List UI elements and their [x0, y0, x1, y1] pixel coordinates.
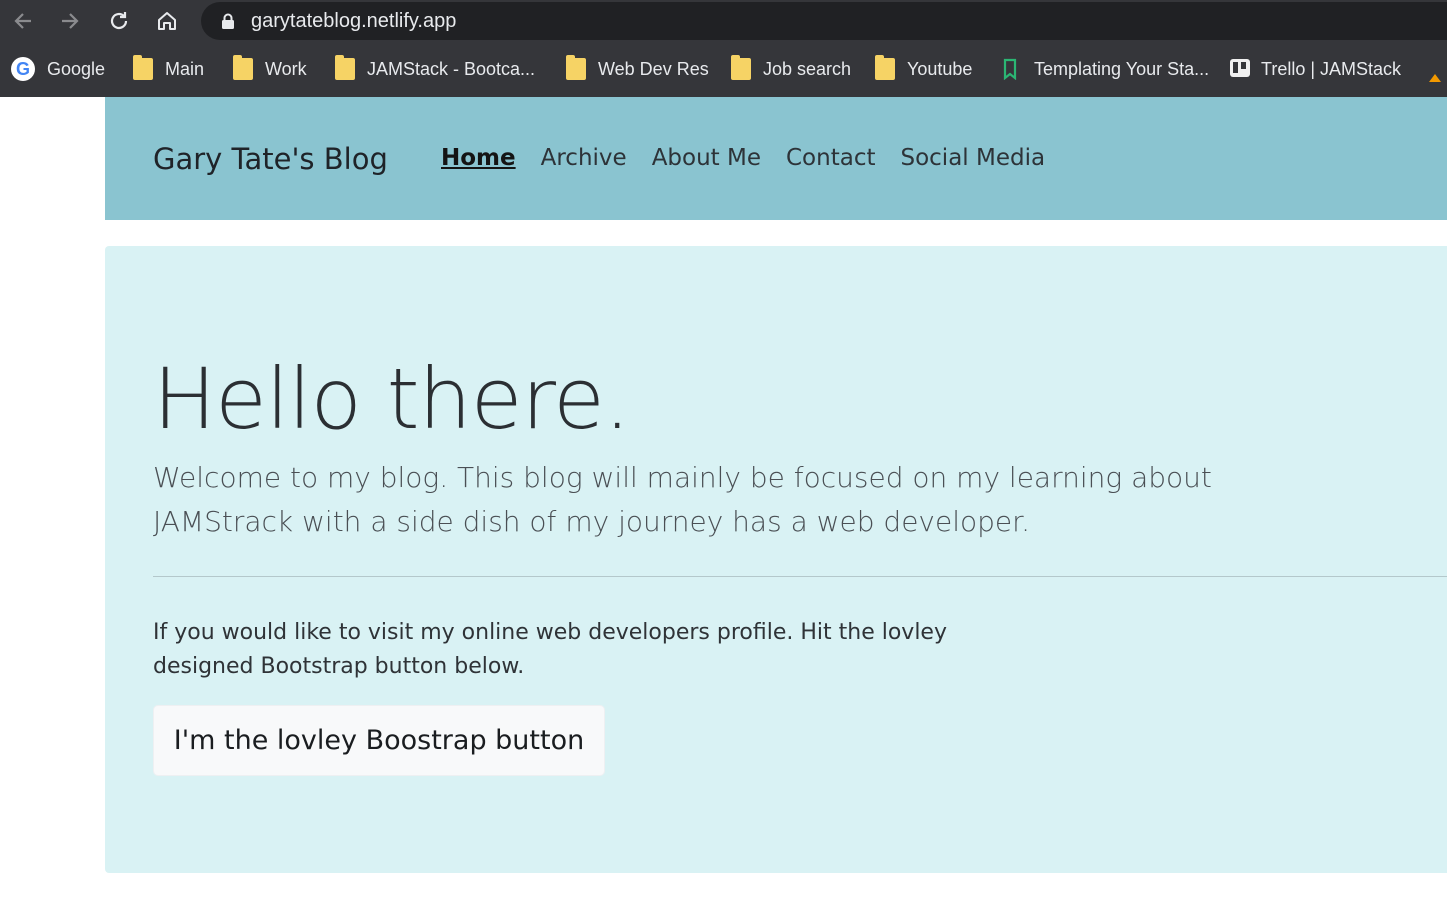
nav-links: Home Archive About Me Contact Social Med… [441, 145, 1070, 171]
bookmark-label: Youtube [907, 58, 973, 79]
bookmark-label: Templating Your Sta... [1034, 58, 1210, 79]
folder-icon [566, 55, 586, 80]
hero-lead: Welcome to my blog. This blog will mainl… [153, 461, 1212, 538]
home-button[interactable] [152, 6, 182, 36]
bookmark-google[interactable]: G Google [11, 56, 105, 82]
bookmark-label: Job search [763, 58, 852, 79]
bookmark-page-icon [1002, 58, 1022, 81]
nav-archive[interactable]: Archive [541, 145, 627, 171]
bookmark-work[interactable]: Work [233, 55, 307, 82]
bookmark-trello[interactable]: Trello | JAMStack [1229, 56, 1401, 82]
folder-icon [233, 55, 253, 80]
hero-divider [153, 576, 1447, 577]
nav-social-media[interactable]: Social Media [900, 145, 1045, 171]
address-bar[interactable]: garytateblog.netlify.app [201, 2, 1447, 40]
hero-jumbotron: Hello there. Welcome to my blog. This bl… [105, 246, 1447, 873]
folder-icon [875, 55, 895, 80]
profile-button[interactable]: I'm the lovley Boostrap button [153, 705, 605, 776]
bookmark-label: JAMStack - Bootca... [367, 58, 536, 79]
bookmark-label: Web Dev Res [598, 58, 709, 79]
home-icon [158, 12, 176, 30]
back-arrow-icon [14, 13, 31, 29]
reload-icon [110, 12, 128, 30]
bookmark-youtube[interactable]: Youtube [875, 55, 973, 82]
site-navbar: Gary Tate's Blog Home Archive About Me C… [105, 97, 1447, 220]
forward-button[interactable] [55, 6, 85, 36]
bookmark-main[interactable]: Main [133, 55, 205, 82]
bookmark-web-dev-res[interactable]: Web Dev Res [566, 55, 709, 82]
bookmark-label: Main [165, 58, 205, 79]
bookmark-job-search[interactable]: Job search [731, 55, 852, 82]
lock-icon [222, 13, 234, 29]
reload-button[interactable] [104, 6, 134, 36]
nav-home[interactable]: Home [441, 145, 516, 171]
nav-contact[interactable]: Contact [786, 145, 875, 171]
bookmark-jamstack-bootcamp[interactable]: JAMStack - Bootca... [335, 55, 536, 82]
back-button[interactable] [8, 6, 38, 36]
trello-icon [1229, 58, 1250, 80]
hero-heading: Hello there. [153, 350, 631, 448]
url-text: garytateblog.netlify.app [251, 10, 457, 32]
bookmarks-overflow-icon[interactable] [1429, 74, 1441, 82]
bookmark-label: Trello | JAMStack [1261, 58, 1402, 79]
bookmark-label: Work [265, 58, 307, 79]
folder-icon [335, 55, 355, 80]
nav-about-me[interactable]: About Me [652, 145, 761, 171]
folder-icon [731, 55, 751, 80]
hero-paragraph: If you would like to visit my online web… [153, 620, 947, 679]
google-icon: G [11, 57, 35, 81]
web-page: Gary Tate's Blog Home Archive About Me C… [0, 97, 1447, 919]
bookmark-label: Google [47, 58, 106, 79]
site-brand[interactable]: Gary Tate's Blog [153, 142, 388, 176]
browser-toolbar: garytateblog.netlify.app [0, 0, 1447, 42]
bookmark-templating[interactable]: Templating Your Sta... [1002, 56, 1209, 82]
bookmarks-bar: G Google Main Work JAMStack - Bootca... … [0, 42, 1447, 97]
folder-icon [133, 55, 153, 80]
forward-arrow-icon [62, 13, 79, 29]
